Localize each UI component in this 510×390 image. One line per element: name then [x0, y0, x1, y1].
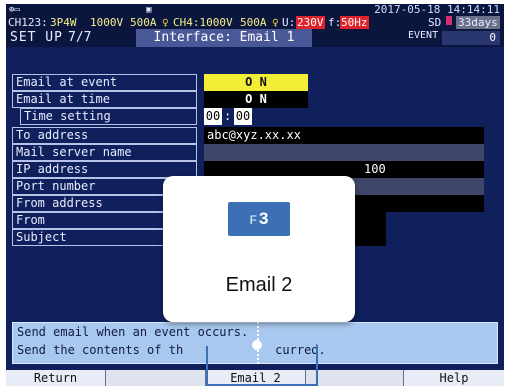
- to-address-field[interactable]: abc@xyz.xx.xx: [204, 127, 484, 144]
- current-range-2: 500A: [240, 16, 267, 29]
- f3-keycap-icon: F3: [228, 202, 290, 236]
- page-title: Interface: Email 1: [136, 29, 312, 47]
- row-time-setting: Time setting 00 : 00: [12, 108, 492, 125]
- key-prefix: F: [249, 213, 257, 227]
- f1-return-button[interactable]: Return: [6, 370, 106, 386]
- event-count: 0: [442, 31, 500, 45]
- datetime: 2017-05-18 14:14:11: [374, 4, 500, 16]
- row-email-at-event: Email at event O N: [12, 74, 492, 91]
- email-at-event-label: Email at event: [12, 74, 197, 91]
- f3-highlight-frame: [206, 346, 318, 386]
- time-minute-field[interactable]: 00: [234, 108, 252, 125]
- f4-button[interactable]: [306, 370, 404, 386]
- voltage-range: 1000V: [90, 16, 124, 29]
- time-hour-field[interactable]: 00: [204, 108, 222, 125]
- email-at-event-value[interactable]: O N: [204, 74, 308, 91]
- current-range-1: 500A: [130, 16, 157, 29]
- to-address-label: To address: [12, 127, 197, 144]
- row-to-address: To address abc@xyz.xx.xx: [12, 127, 492, 144]
- ch4-range: CH4:1000V: [173, 16, 233, 29]
- mail-server-name-label: Mail server name: [12, 144, 197, 161]
- mail-server-name-field[interactable]: [204, 144, 484, 161]
- popup-caption: Email 2: [225, 274, 293, 296]
- row-email-at-time: Email at time O N: [12, 91, 492, 108]
- time-setting-label: Time setting: [20, 108, 197, 125]
- clamp-warning-icon: ♀: [272, 16, 279, 29]
- description-line-1: Send email when an event occurs.: [17, 325, 249, 339]
- key-callout-popup: F3 Email 2: [163, 176, 355, 322]
- time-separator: :: [224, 109, 232, 123]
- email-at-time-value[interactable]: O N: [204, 91, 308, 108]
- email-at-time-label: Email at time: [12, 91, 197, 108]
- status-bar: ⊕▭ ▣ 2017-05-18 14:14:11: [6, 4, 504, 16]
- f2-button[interactable]: [106, 370, 206, 386]
- clamp-warning-icon: ♀: [162, 16, 169, 29]
- key-number: 3: [258, 209, 269, 228]
- sd-days: 33days: [456, 16, 500, 29]
- power-icon: ⊕▭: [9, 5, 20, 15]
- page-indicator: 7/7: [68, 30, 92, 45]
- u-label: U:: [282, 16, 296, 29]
- memory-icon: ▣: [146, 5, 152, 15]
- event-label: EVENT: [408, 30, 439, 41]
- wiring-mode: 3P4W: [50, 16, 77, 29]
- description-line-2-start: Send the contents of th: [17, 343, 184, 357]
- f5-help-button[interactable]: Help: [404, 370, 504, 386]
- u-value: 230V: [296, 16, 325, 29]
- ch123-label: CH123:: [8, 16, 48, 29]
- title-bar: SET UP 7/7 Interface: Email 1 EVENT 0: [6, 29, 504, 47]
- f-value: 50Hz: [340, 16, 369, 29]
- row-mail-server-name: Mail server name: [12, 144, 492, 161]
- mode-label: SET UP: [10, 30, 63, 45]
- channel-status: CH123: 3P4W 1000V 500A ♀ CH4:1000V 500A …: [6, 16, 504, 29]
- sd-label: SD: [428, 16, 442, 29]
